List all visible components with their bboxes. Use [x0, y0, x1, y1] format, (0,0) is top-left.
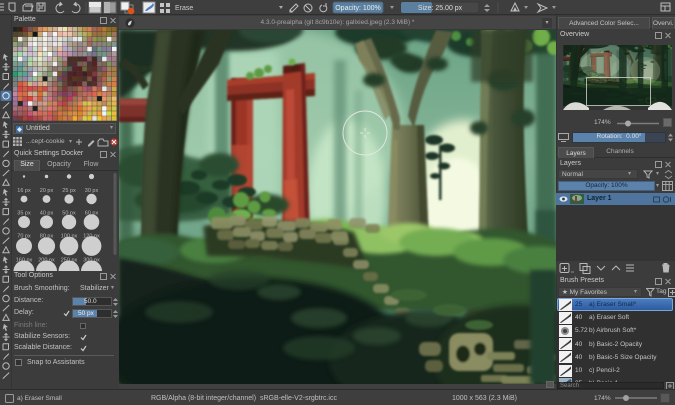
svg-text:25 px: 25 px: [62, 188, 76, 194]
svg-text:Opacity: 100%: Opacity: 100%: [335, 5, 381, 12]
svg-text:30 px: 30 px: [85, 188, 99, 194]
svg-text:35 px: 35 px: [17, 211, 31, 217]
svg-text:20 px: 20 px: [40, 188, 54, 194]
svg-text:16 px: 16 px: [17, 188, 31, 194]
svg-text:Erase: Erase: [175, 5, 193, 12]
svg-text:Size: 25.00 px: Size: 25.00 px: [418, 5, 463, 12]
